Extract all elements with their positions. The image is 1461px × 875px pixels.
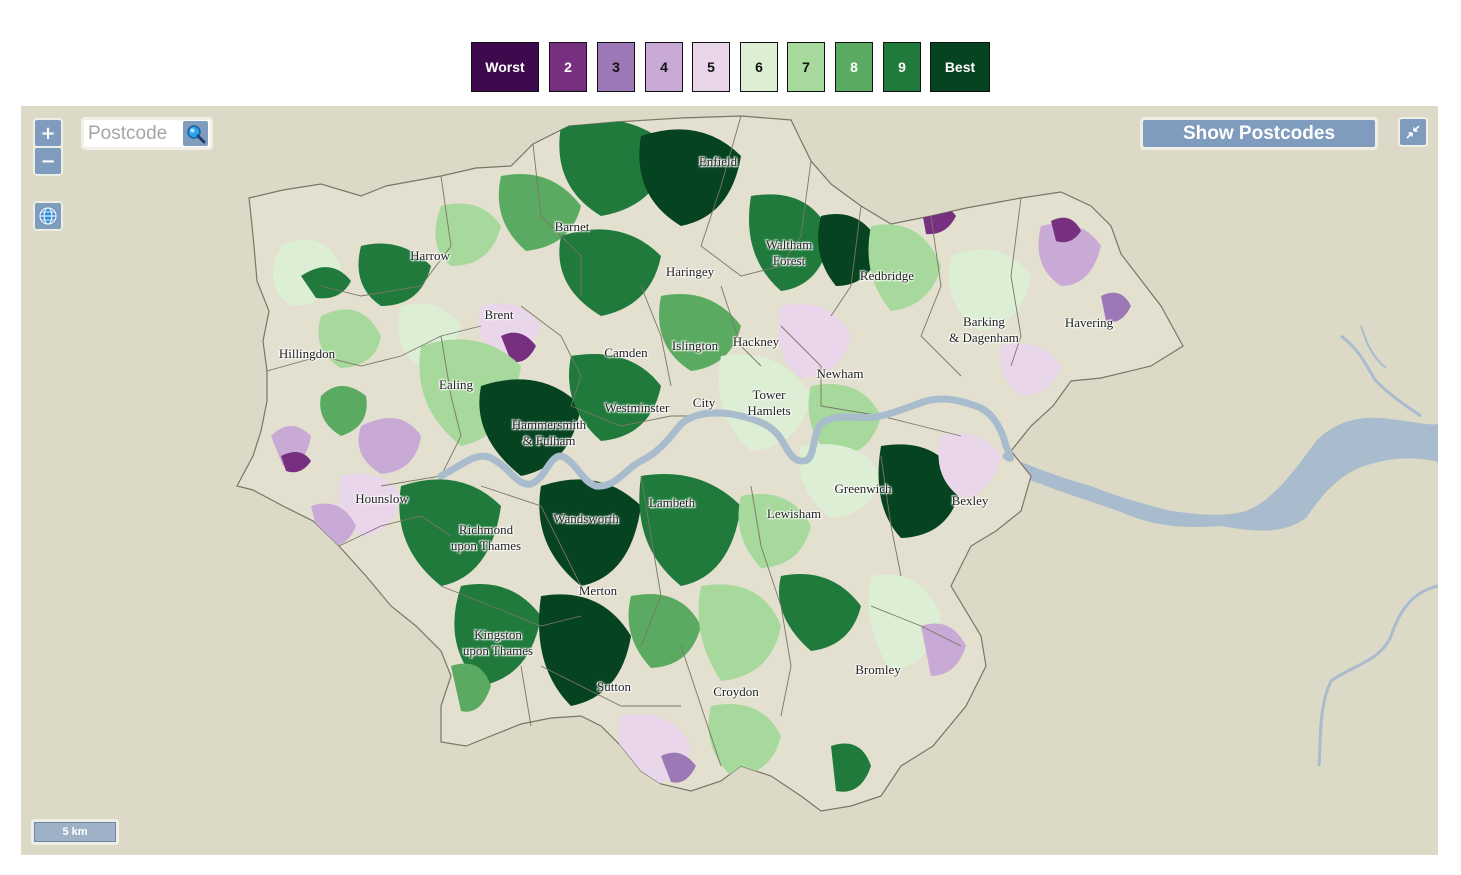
zoom-in-button[interactable]: +	[35, 120, 61, 146]
legend-item-3: 3	[597, 42, 635, 92]
scale-bar: 5 km	[34, 822, 116, 842]
zoom-out-button[interactable]: −	[35, 148, 61, 174]
legend-item-9: 9	[883, 42, 921, 92]
globe-button[interactable]	[35, 203, 61, 229]
legend: Worst 2 3 4 5 6 7 8 9 Best	[0, 42, 1461, 94]
legend-item-7: 7	[787, 42, 825, 92]
basemap[interactable]	[21, 106, 1438, 855]
postcode-search	[81, 117, 213, 150]
legend-item-10: Best	[930, 42, 990, 92]
search-icon	[187, 125, 206, 144]
search-button[interactable]	[183, 121, 208, 146]
scale-control: 5 km	[31, 819, 119, 845]
postcode-input[interactable]	[88, 122, 180, 145]
fullscreen-button[interactable]	[1400, 119, 1426, 145]
fullscreen-control	[1398, 117, 1428, 147]
show-postcodes-control: Show Postcodes	[1140, 117, 1378, 150]
collapse-icon	[1406, 125, 1420, 139]
legend-item-1: Worst	[471, 42, 539, 92]
legend-item-2: 2	[549, 42, 587, 92]
legend-item-4: 4	[645, 42, 683, 92]
globe-icon	[39, 207, 57, 225]
thames-estuary	[1006, 325, 1438, 767]
zoom-control: + −	[33, 118, 63, 176]
legend-item-6: 6	[740, 42, 778, 92]
legend-item-5: 5	[692, 42, 730, 92]
layers-control	[33, 201, 63, 231]
legend-item-8: 8	[835, 42, 873, 92]
map[interactable]: Enfield Barnet Harrow Waltham Forest Haringe…	[21, 106, 1438, 855]
search-box	[84, 120, 210, 147]
show-postcodes-button[interactable]: Show Postcodes	[1143, 120, 1375, 147]
